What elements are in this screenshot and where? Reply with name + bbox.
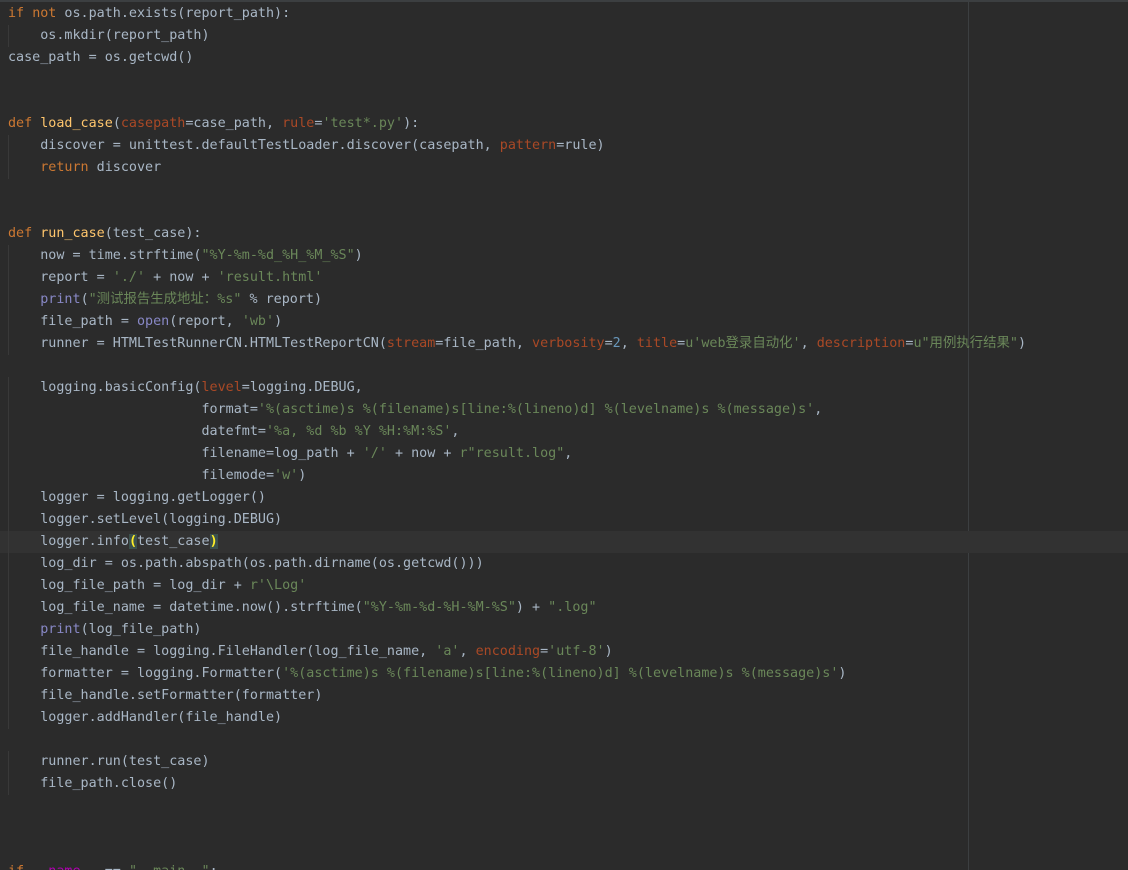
code-line[interactable]: def load_case(casepath=case_path, rule='… — [8, 113, 1128, 135]
code-line[interactable]: format='%(asctime)s %(filename)s[line:%(… — [8, 399, 1128, 421]
indent-guide — [8, 553, 9, 575]
code-line[interactable]: filename=log_path + '/' + now + r"result… — [8, 443, 1128, 465]
code-line[interactable]: log_dir = os.path.abspath(os.path.dirnam… — [8, 553, 1128, 575]
code-line[interactable]: logging.basicConfig(level=logging.DEBUG, — [8, 377, 1128, 399]
code-line[interactable]: logger.setLevel(logging.DEBUG) — [8, 509, 1128, 531]
indent-guide — [8, 685, 9, 707]
indent-guide — [8, 509, 9, 531]
code-line[interactable] — [8, 91, 1128, 113]
code-line[interactable]: logger = logging.getLogger() — [8, 487, 1128, 509]
code-line[interactable]: print(log_file_path) — [8, 619, 1128, 641]
indent-guide — [8, 443, 9, 465]
indent-guide — [8, 641, 9, 663]
code-line[interactable] — [8, 201, 1128, 223]
code-line[interactable]: logger.addHandler(file_handle) — [8, 707, 1128, 729]
indent-guide — [8, 619, 9, 641]
indent-guide — [8, 377, 9, 399]
code-line[interactable]: os.mkdir(report_path) — [8, 25, 1128, 47]
indent-guide — [8, 289, 9, 311]
code-line[interactable] — [8, 729, 1128, 751]
code-line[interactable]: report = './' + now + 'result.html' — [8, 267, 1128, 289]
code-line[interactable]: file_handle.setFormatter(formatter) — [8, 685, 1128, 707]
indent-guide — [8, 135, 9, 157]
indent-guide — [8, 245, 9, 267]
code-line[interactable]: log_file_name = datetime.now().strftime(… — [8, 597, 1128, 619]
indent-guide — [8, 773, 9, 795]
code-line[interactable]: def run_case(test_case): — [8, 223, 1128, 245]
indent-guide — [8, 311, 9, 333]
indent-guide — [8, 751, 9, 773]
indent-guide — [8, 399, 9, 421]
code-line[interactable]: file_path = open(report, 'wb') — [8, 311, 1128, 333]
code-line[interactable]: datefmt='%a, %d %b %Y %H:%M:%S', — [8, 421, 1128, 443]
editor-top-border — [0, 0, 1128, 2]
code-line[interactable] — [8, 355, 1128, 377]
code-line[interactable]: now = time.strftime("%Y-%m-%d_%H_%M_%S") — [8, 245, 1128, 267]
indent-guide — [8, 267, 9, 289]
code-line[interactable]: discover = unittest.defaultTestLoader.di… — [8, 135, 1128, 157]
code-line[interactable]: runner.run(test_case) — [8, 751, 1128, 773]
indent-guide — [8, 663, 9, 685]
code-area[interactable]: if not os.path.exists(report_path): os.m… — [0, 3, 1128, 870]
code-line[interactable]: log_file_path = log_dir + r'\Log' — [8, 575, 1128, 597]
indent-guide — [8, 487, 9, 509]
code-line[interactable]: return discover — [8, 157, 1128, 179]
code-line[interactable]: if __name__ == "__main__": — [8, 861, 1128, 870]
indent-guide — [8, 465, 9, 487]
code-line[interactable] — [8, 817, 1128, 839]
code-line[interactable]: file_handle = logging.FileHandler(log_fi… — [8, 641, 1128, 663]
indent-guide — [8, 421, 9, 443]
code-line[interactable]: filemode='w') — [8, 465, 1128, 487]
code-line[interactable]: print("测试报告生成地址：%s" % report) — [8, 289, 1128, 311]
code-line[interactable]: if not os.path.exists(report_path): — [8, 3, 1128, 25]
indent-guide — [8, 531, 9, 553]
code-line[interactable] — [8, 795, 1128, 817]
code-line[interactable]: case_path = os.getcwd() — [8, 47, 1128, 69]
indent-guide — [8, 707, 9, 729]
code-editor[interactable]: if not os.path.exists(report_path): os.m… — [0, 0, 1128, 870]
code-line[interactable]: logger.info(test_case) — [0, 531, 1128, 553]
code-line[interactable] — [8, 839, 1128, 861]
code-line[interactable]: runner = HTMLTestRunnerCN.HTMLTestReport… — [8, 333, 1128, 355]
indent-guide — [8, 597, 9, 619]
code-line[interactable] — [8, 69, 1128, 91]
code-line[interactable]: file_path.close() — [8, 773, 1128, 795]
code-line[interactable] — [8, 179, 1128, 201]
code-line[interactable]: formatter = logging.Formatter('%(asctime… — [8, 663, 1128, 685]
indent-guide — [8, 25, 9, 47]
indent-guide — [8, 333, 9, 355]
indent-guide — [8, 157, 9, 179]
indent-guide — [8, 575, 9, 597]
